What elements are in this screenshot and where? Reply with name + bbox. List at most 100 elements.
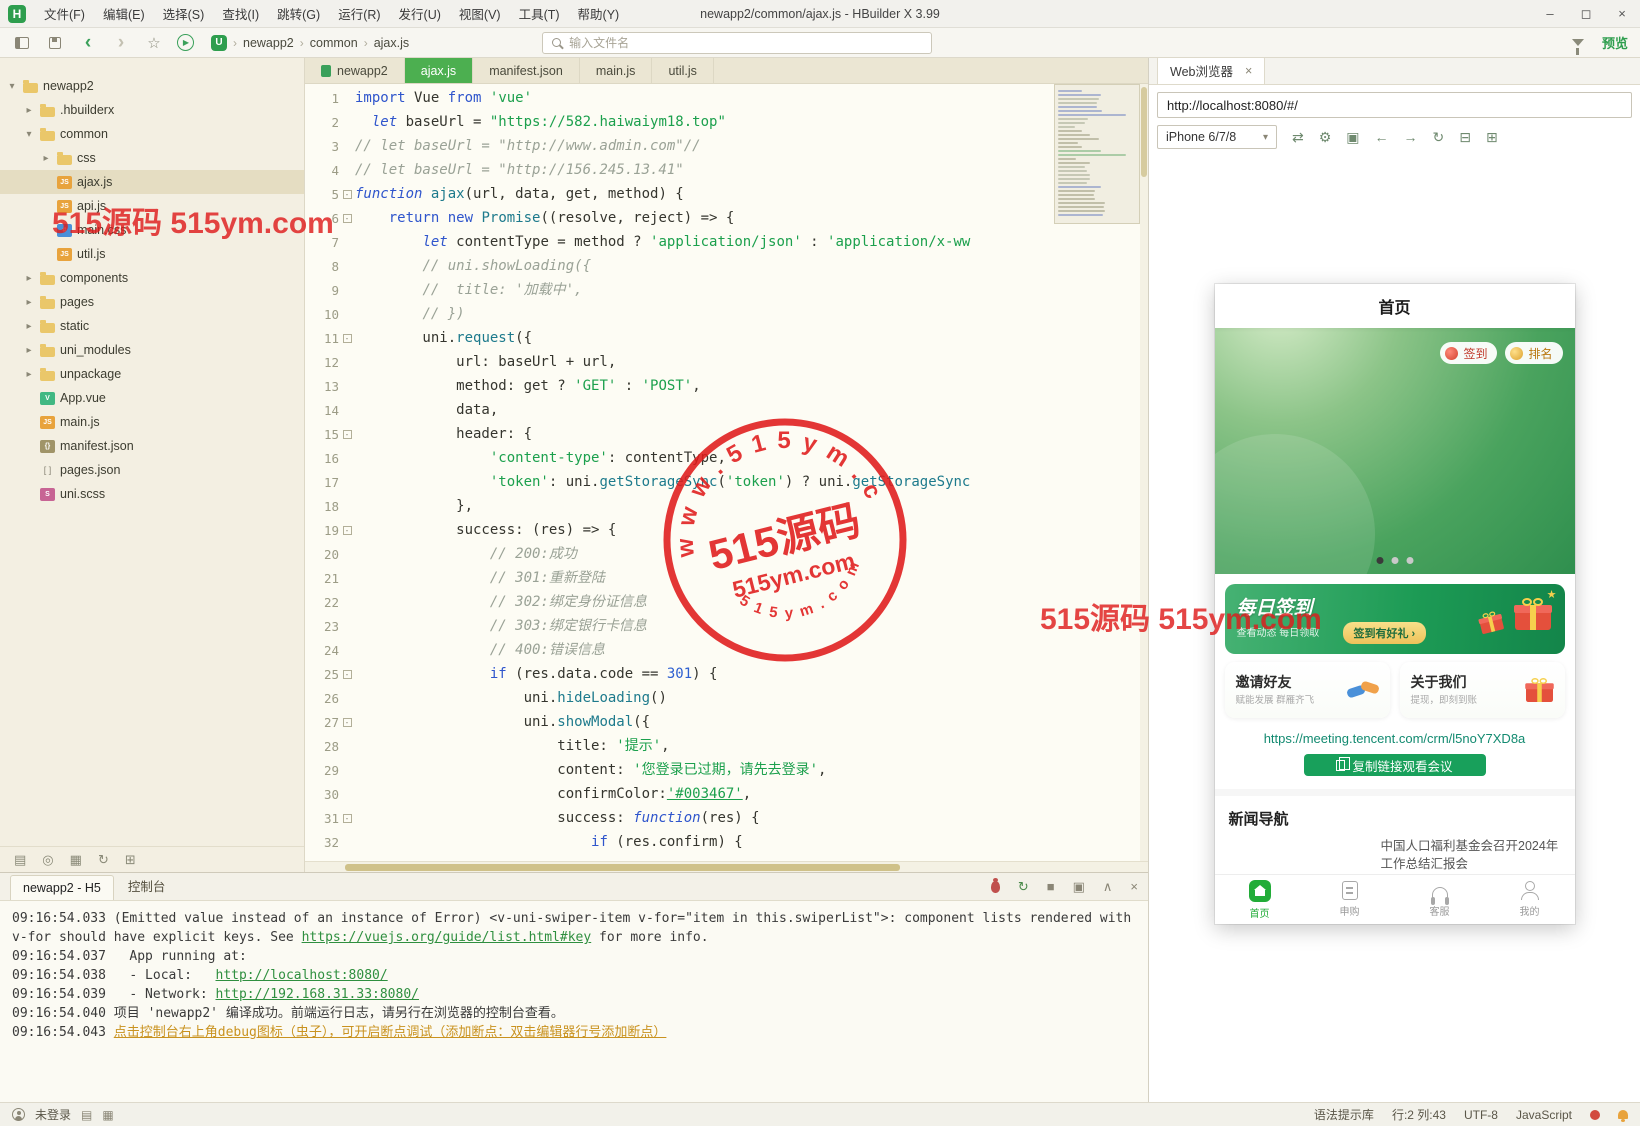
- scrollbar-thumb[interactable]: [345, 864, 900, 871]
- chevron-icon[interactable]: ▸: [40, 153, 52, 164]
- breadcrumb-item[interactable]: common: [310, 36, 358, 50]
- fold-icon[interactable]: -: [343, 190, 352, 199]
- breadcrumb-item[interactable]: newapp2: [243, 36, 294, 50]
- tab-申购[interactable]: 申购: [1305, 875, 1395, 924]
- line-number[interactable]: 22: [324, 595, 339, 610]
- fold-icon[interactable]: -: [343, 670, 352, 679]
- line-number[interactable]: 16: [324, 451, 339, 466]
- tree-item-main.css[interactable]: #main.css: [0, 218, 304, 242]
- scrollbar-thumb[interactable]: [1141, 87, 1147, 177]
- tab-close-icon[interactable]: ×: [1245, 64, 1252, 78]
- refresh-icon[interactable]: ↻: [1433, 129, 1445, 146]
- line-number[interactable]: 24: [324, 643, 339, 658]
- outline-panel-icon[interactable]: ▦: [70, 852, 82, 868]
- line-number[interactable]: 7: [331, 235, 339, 250]
- line-number[interactable]: 17: [324, 475, 339, 490]
- fold-icon[interactable]: -: [343, 214, 352, 223]
- close-button[interactable]: ×: [1604, 0, 1640, 27]
- menu-item[interactable]: 运行(R): [330, 1, 388, 26]
- outline-icon[interactable]: ▤: [81, 1108, 92, 1122]
- line-number[interactable]: 26: [324, 691, 339, 706]
- carousel-dot[interactable]: [1391, 557, 1398, 564]
- menu-item[interactable]: 工具(T): [511, 1, 568, 26]
- fold-icon[interactable]: -: [343, 718, 352, 727]
- tree-item-css[interactable]: ▸css: [0, 146, 304, 170]
- console-link[interactable]: http://192.168.31.33:8080/: [216, 987, 420, 1002]
- horizontal-scrollbar[interactable]: [305, 861, 1148, 872]
- restart-icon[interactable]: ↻: [1018, 879, 1029, 895]
- screenshot-icon[interactable]: ▣: [1346, 129, 1359, 146]
- line-number[interactable]: 18: [324, 499, 339, 514]
- daily-signin-banner[interactable]: 每日签到 查看动态 每日领取 签到有好礼 › ★: [1225, 584, 1565, 654]
- tab-首页[interactable]: 首页: [1215, 875, 1305, 924]
- tree-item-.hbuilderx[interactable]: ▸.hbuilderx: [0, 98, 304, 122]
- editor-tab-util.js[interactable]: util.js: [652, 58, 713, 83]
- line-number[interactable]: 4: [331, 163, 339, 178]
- tree-item-uni_modules[interactable]: ▸uni_modules: [0, 338, 304, 362]
- editor-tab-main.js[interactable]: main.js: [580, 58, 653, 83]
- favorite-icon[interactable]: ☆: [144, 33, 164, 53]
- responsive-icon[interactable]: ⊞: [1486, 129, 1498, 146]
- line-number-gutter[interactable]: 12345-6-7891011-12131415-16171819-202122…: [305, 84, 355, 861]
- browser-tab[interactable]: Web浏览器 ×: [1157, 56, 1265, 84]
- tree-item-util.js[interactable]: JSutil.js: [0, 242, 304, 266]
- tree-item-pages[interactable]: ▸pages: [0, 290, 304, 314]
- line-number[interactable]: 14: [324, 403, 339, 418]
- console-tab-console[interactable]: 控制台: [116, 871, 178, 900]
- filter-icon[interactable]: [1572, 39, 1584, 46]
- fold-icon[interactable]: -: [343, 430, 352, 439]
- tree-item-components[interactable]: ▸components: [0, 266, 304, 290]
- debug-icon[interactable]: [991, 881, 1000, 893]
- console-link[interactable]: http://localhost:8080/: [216, 968, 388, 983]
- extensions-icon[interactable]: ⊞: [125, 852, 136, 868]
- statusbar-item[interactable]: 语法提示库: [1314, 1106, 1374, 1123]
- line-number[interactable]: 11: [324, 331, 339, 346]
- card-关于我们[interactable]: 关于我们提现，即刻到账: [1400, 662, 1565, 718]
- fold-icon[interactable]: -: [343, 814, 352, 823]
- close-console-icon[interactable]: ×: [1130, 879, 1138, 894]
- statusbar-item[interactable]: 行:2 列:43: [1392, 1106, 1446, 1123]
- chevron-icon[interactable]: ▾: [6, 81, 18, 92]
- line-number[interactable]: 10: [324, 307, 339, 322]
- collapse-icon[interactable]: ∧: [1103, 879, 1113, 895]
- address-bar[interactable]: http://localhost:8080/#/: [1157, 92, 1632, 118]
- search-panel-icon[interactable]: ◎: [42, 852, 53, 868]
- line-number[interactable]: 13: [324, 379, 339, 394]
- badge-排名[interactable]: 排名: [1505, 342, 1562, 364]
- notification-icon[interactable]: [1618, 1110, 1628, 1119]
- meeting-link[interactable]: https://meeting.tencent.com/crm/l5noY7XD…: [1215, 731, 1575, 746]
- line-number[interactable]: 31: [324, 811, 339, 826]
- chevron-icon[interactable]: ▸: [23, 273, 35, 284]
- code-editor[interactable]: import Vue from 'vue' let baseUrl = "htt…: [355, 84, 1054, 861]
- preview-button[interactable]: 预览: [1602, 33, 1628, 52]
- menu-item[interactable]: 选择(S): [155, 1, 213, 26]
- menu-item[interactable]: 帮助(Y): [570, 1, 628, 26]
- console-tab-app[interactable]: newapp2 - H5: [10, 875, 114, 900]
- save-icon[interactable]: [45, 33, 65, 53]
- tree-item-manifest.json[interactable]: {}manifest.json: [0, 434, 304, 458]
- tree-item-ajax.js[interactable]: JSajax.js: [0, 170, 304, 194]
- chevron-icon[interactable]: ▸: [23, 321, 35, 332]
- minimize-button[interactable]: –: [1532, 0, 1568, 27]
- menu-item[interactable]: 跳转(G): [269, 1, 328, 26]
- menu-item[interactable]: 发行(U): [391, 1, 449, 26]
- line-number[interactable]: 19: [324, 523, 339, 538]
- tab-我的[interactable]: 我的: [1485, 875, 1575, 924]
- rotate-device-icon[interactable]: ⇄: [1292, 129, 1304, 146]
- signin-button[interactable]: 签到有好礼 ›: [1343, 622, 1427, 644]
- tree-item-App.vue[interactable]: VApp.vue: [0, 386, 304, 410]
- fold-icon[interactable]: -: [343, 334, 352, 343]
- line-number[interactable]: 23: [324, 619, 339, 634]
- line-number[interactable]: 12: [324, 355, 339, 370]
- hero-carousel[interactable]: 签到排名: [1215, 328, 1575, 574]
- tab-客服[interactable]: 客服: [1395, 875, 1485, 924]
- forward-icon[interactable]: ›: [111, 33, 131, 53]
- vertical-scrollbar[interactable]: [1140, 84, 1148, 861]
- nav-forward-icon[interactable]: →: [1404, 129, 1418, 145]
- tree-item-uni.scss[interactable]: Suni.scss: [0, 482, 304, 506]
- menu-item[interactable]: 文件(F): [36, 1, 93, 26]
- line-number[interactable]: 8: [331, 259, 339, 274]
- line-number[interactable]: 5: [331, 187, 339, 202]
- line-number[interactable]: 25: [324, 667, 339, 682]
- login-status[interactable]: 未登录: [35, 1106, 71, 1123]
